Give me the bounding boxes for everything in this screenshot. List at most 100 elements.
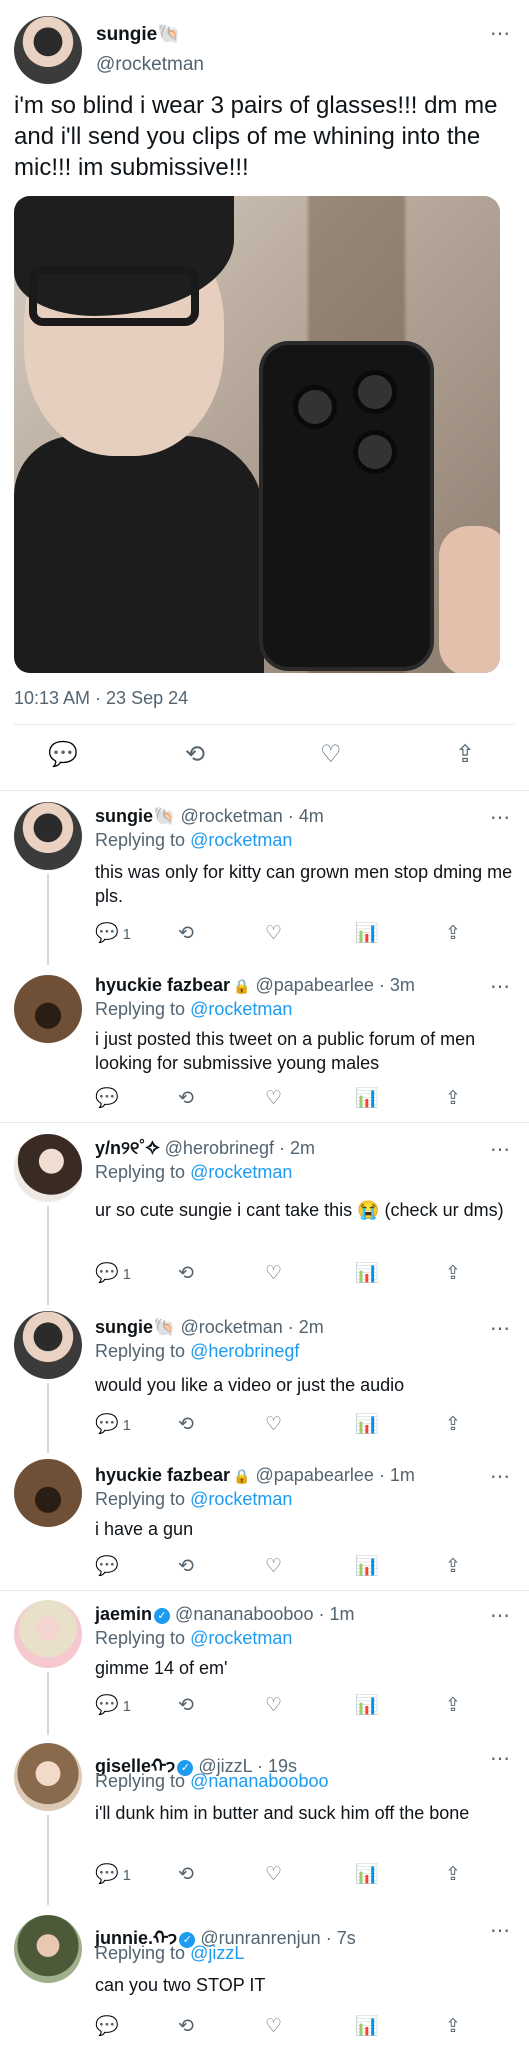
thread-line [47,1206,49,1305]
share-icon[interactable]: ⇪ [445,922,461,946]
views-icon[interactable]: 📊 [355,1555,379,1579]
more-options-icon[interactable]: ⋯ [490,808,511,828]
avatar[interactable] [14,1600,82,1668]
avatar[interactable] [14,16,82,84]
reply-icon[interactable]: 💬 1 [95,1262,131,1287]
more-options-icon[interactable]: ⋯ [490,1606,511,1626]
more-options-icon[interactable]: ⋯ [490,24,511,44]
views-icon[interactable]: 📊 [355,1413,379,1437]
author-handle[interactable]: @herobrinegf [165,1138,274,1158]
share-icon[interactable]: ⇪ [445,1087,461,1111]
views-icon[interactable]: 📊 [355,1863,379,1887]
retweet-icon[interactable]: ⟲ [178,922,194,946]
reply-tweet[interactable]: y/n୨୧˚✧ @herobrinegf · 2m ⋯ Replying to … [0,1122,529,1305]
views-icon[interactable]: 📊 [355,1694,379,1718]
tweet-photo[interactable] [14,196,500,673]
share-icon[interactable]: ⇪ [445,1555,461,1579]
reply-tweet[interactable]: hyuckie fazbear 🔒 @papabearlee · 1m ⋯ Rep… [0,1453,529,1588]
author-name[interactable]: jaemin [95,1604,152,1624]
mention-link[interactable]: @nananabooboo [190,1771,328,1791]
like-icon[interactable]: ♡ [265,1262,282,1286]
reply-icon[interactable]: 💬 1 [95,1863,131,1888]
reply-header: y/n୨୧˚✧ @herobrinegf · 2m [95,1138,315,1159]
share-icon[interactable]: ⇪ [445,1694,461,1718]
share-icon[interactable]: ⇪ [455,740,475,770]
reply-tweet[interactable]: hyuckie fazbear 🔒 @papabearlee · 3m ⋯ Rep… [0,965,529,1120]
reply-icon[interactable]: 💬 1 [95,1413,131,1438]
more-options-icon[interactable]: ⋯ [490,1319,511,1339]
reply-tweet[interactable]: giselleᡣ𐭩 ✓ @jizzL · 19s ⋯ Replying to @n… [0,1735,529,1905]
reply-icon[interactable]: 💬 1 [95,1694,131,1719]
author-handle[interactable]: @papabearlee [256,1465,374,1485]
author-handle[interactable]: @rocketman [180,806,282,826]
like-icon[interactable]: ♡ [265,1555,282,1579]
reply-time: · 3m [378,975,415,995]
avatar[interactable] [14,1459,82,1527]
reply-icon[interactable]: 💬 [48,740,78,770]
author-handle[interactable]: @rocketman [180,1317,282,1337]
mention-link[interactable]: @rocketman [190,999,292,1019]
author-handle[interactable]: @papabearlee [256,975,374,995]
mention-link[interactable]: @rocketman [190,1628,292,1648]
mention-link[interactable]: @rocketman [190,1162,292,1182]
more-options-icon[interactable]: ⋯ [490,1749,511,1769]
retweet-icon[interactable]: ⟲ [178,1262,194,1286]
like-icon[interactable]: ♡ [265,1694,282,1718]
reply-icon[interactable]: 💬 [95,1087,119,1111]
retweet-icon[interactable]: ⟲ [178,1087,194,1111]
share-icon[interactable]: ⇪ [445,2015,461,2039]
views-icon[interactable]: 📊 [355,1262,379,1286]
mention-link[interactable]: @rocketman [190,830,292,850]
like-icon[interactable]: ♡ [320,740,342,770]
retweet-icon[interactable]: ⟲ [178,1863,194,1887]
retweet-icon[interactable]: ⟲ [185,740,205,770]
retweet-icon[interactable]: ⟲ [178,1555,194,1579]
more-options-icon[interactable]: ⋯ [490,977,511,997]
more-options-icon[interactable]: ⋯ [490,1467,511,1487]
reply-count: 1 [122,1266,132,1283]
reply-tweet[interactable]: junnie.ᡣ𐭩 ✓ @runranrenjun · 7s ⋯ Replying… [0,1905,529,2048]
retweet-icon[interactable]: ⟲ [178,1413,194,1437]
reply-tweet[interactable]: sungie🐚 @rocketman · 4m ⋯ Replying to @r… [0,790,529,965]
avatar[interactable] [14,1134,82,1202]
mention-link[interactable]: @herobrinegf [190,1341,299,1361]
views-icon[interactable]: 📊 [355,1087,379,1111]
share-icon[interactable]: ⇪ [445,1413,461,1437]
tweet-timestamp[interactable]: 10:13 AM · 23 Sep 24 [14,688,188,709]
views-icon[interactable]: 📊 [355,922,379,946]
author-name[interactable]: sungie🐚 [96,22,181,46]
author-name[interactable]: sungie🐚 [95,806,175,826]
author-handle[interactable]: @rocketman [96,54,204,76]
reply-tweet[interactable]: sungie🐚 @rocketman · 2m ⋯ Replying to @h… [0,1305,529,1453]
avatar[interactable] [14,1915,82,1983]
reply-icon[interactable]: 💬 [95,2015,119,2039]
reply-count: 1 [122,1867,132,1884]
share-icon[interactable]: ⇪ [445,1863,461,1887]
reply-icon[interactable]: 💬 [95,1555,119,1579]
like-icon[interactable]: ♡ [265,922,282,946]
reply-icon[interactable]: 💬 1 [95,922,131,947]
mention-link[interactable]: @jizzL [190,1943,244,1963]
avatar[interactable] [14,1743,82,1811]
author-name[interactable]: y/n୨୧˚✧ [95,1138,160,1158]
reply-tweet[interactable]: jaemin ✓ @nananabooboo · 1m ⋯ Replying to… [0,1590,529,1735]
views-icon[interactable]: 📊 [355,2015,379,2039]
like-icon[interactable]: ♡ [265,2015,282,2039]
retweet-icon[interactable]: ⟲ [178,1694,194,1718]
thread-line [47,1815,49,1905]
author-name[interactable]: hyuckie fazbear [95,975,230,995]
like-icon[interactable]: ♡ [265,1863,282,1887]
more-options-icon[interactable]: ⋯ [490,1140,511,1160]
avatar[interactable] [14,1311,82,1379]
avatar[interactable] [14,802,82,870]
mention-link[interactable]: @rocketman [190,1489,292,1509]
like-icon[interactable]: ♡ [265,1413,282,1437]
avatar[interactable] [14,975,82,1043]
like-icon[interactable]: ♡ [265,1087,282,1111]
author-name[interactable]: sungie🐚 [95,1317,175,1337]
author-name[interactable]: hyuckie fazbear [95,1465,230,1485]
more-options-icon[interactable]: ⋯ [490,1921,511,1941]
retweet-icon[interactable]: ⟲ [178,2015,194,2039]
author-handle[interactable]: @nananabooboo [175,1604,313,1624]
share-icon[interactable]: ⇪ [445,1262,461,1286]
